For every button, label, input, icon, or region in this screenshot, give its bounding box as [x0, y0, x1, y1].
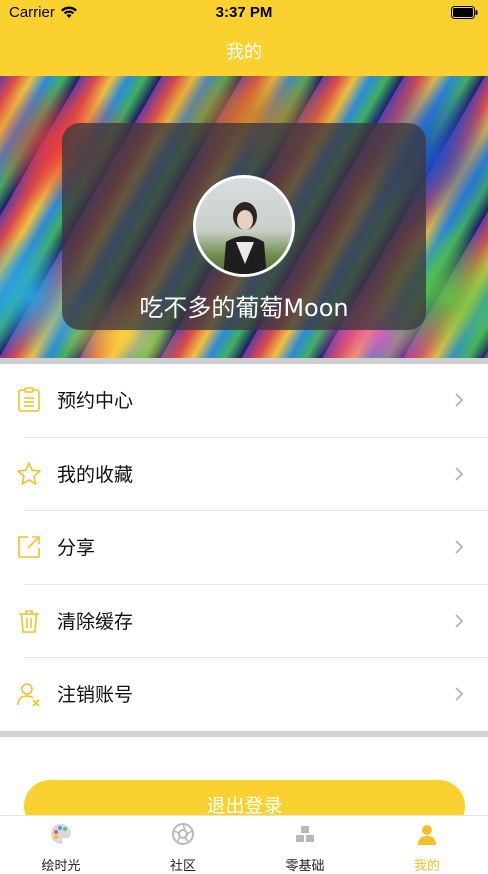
- profile-banner: 吃不多的葡萄Moon: [0, 76, 488, 358]
- username: 吃不多的葡萄Moon: [139, 294, 349, 322]
- chevron-right-icon: [455, 540, 464, 554]
- menu-item-label: 注销账号: [57, 684, 134, 707]
- tab-label: 社区: [169, 859, 196, 874]
- section-divider: [0, 731, 488, 737]
- tab-label: 绘时光: [41, 859, 81, 874]
- aperture-icon: [172, 823, 194, 845]
- chevron-right-icon: [455, 466, 464, 481]
- avatar-photo: [223, 202, 267, 274]
- person-icon: [418, 825, 436, 845]
- menu-item-label: 我的收藏: [57, 463, 134, 486]
- tab-label: 我的: [413, 859, 440, 874]
- menu-item-clear-cache[interactable]: 清除缓存: [0, 585, 488, 659]
- menu-item-label: 预约中心: [57, 390, 134, 412]
- battery-icon: [451, 6, 478, 19]
- menu-item-label: 清除缓存: [57, 610, 134, 633]
- menu-item-share[interactable]: 分享: [0, 511, 488, 585]
- menu-item-favorites[interactable]: 我的收藏: [0, 438, 488, 512]
- settings-menu: 预约中心 我的收藏 分享 清除缓存 注销账号: [0, 364, 488, 732]
- menu-item-label: 分享: [57, 537, 96, 560]
- menu-item-delete-account[interactable]: 注销账号: [0, 658, 488, 732]
- tab-bar: 绘时光 社区 零基础 我的: [0, 815, 488, 874]
- blocks-icon: [296, 826, 314, 842]
- user-remove-icon: [17, 683, 40, 707]
- menu-item-appointments[interactable]: 预约中心: [0, 364, 488, 438]
- star-icon: [17, 461, 41, 485]
- chevron-right-icon: [455, 687, 464, 702]
- chevron-right-icon: [455, 614, 464, 628]
- tab-drawing-time[interactable]: 绘时光: [0, 816, 122, 874]
- share-icon: [18, 536, 40, 558]
- palette-icon: [51, 824, 71, 844]
- status-bar: Carrier 3:37 PM: [0, 0, 488, 26]
- nav-bar: 我的: [0, 26, 488, 76]
- status-time: 3:37 PM: [215, 4, 273, 21]
- tab-label: 零基础: [285, 859, 325, 874]
- tab-mine[interactable]: 我的: [366, 816, 488, 874]
- clipboard-icon: [18, 387, 40, 412]
- trash-icon: [19, 609, 39, 633]
- tab-community[interactable]: 社区: [122, 816, 244, 874]
- page-title: 我的: [226, 42, 262, 63]
- avatar[interactable]: [193, 175, 295, 277]
- tab-beginner[interactable]: 零基础: [244, 816, 366, 874]
- chevron-right-icon: [455, 393, 464, 407]
